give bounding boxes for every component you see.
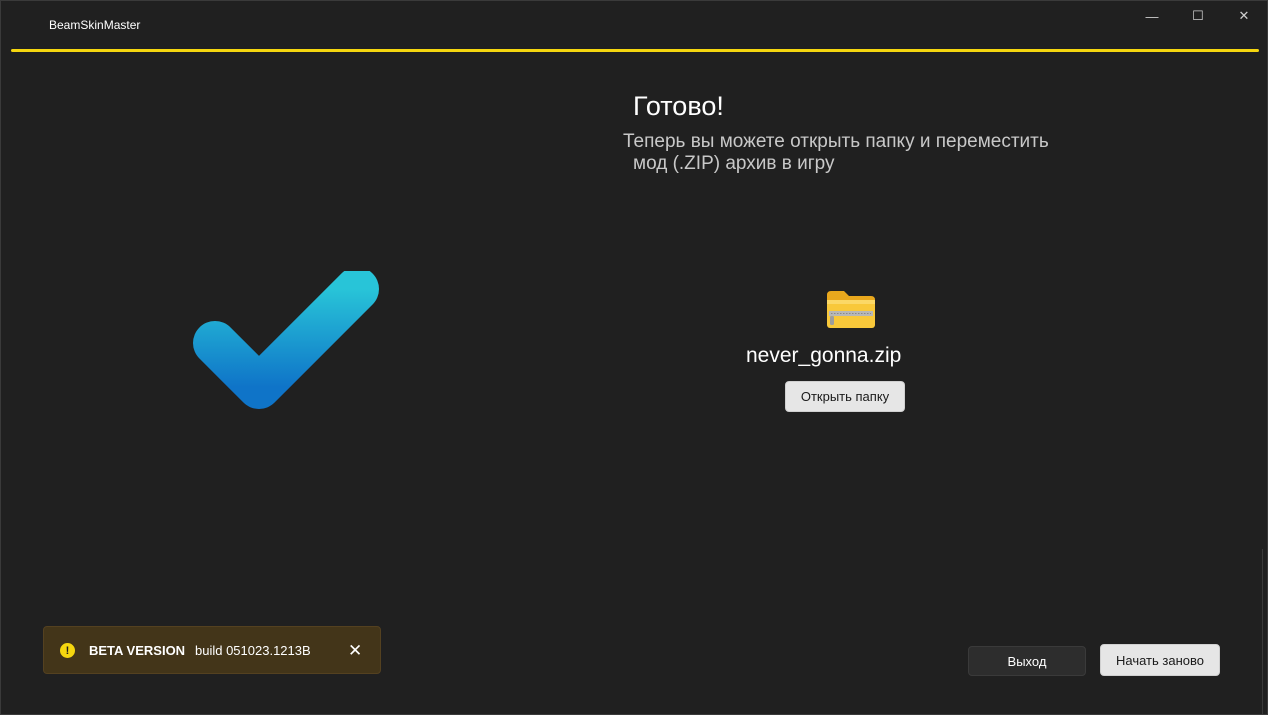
page-title: Готово! [633,91,724,121]
window-controls: — ☐ ✕ [1129,1,1267,31]
restart-button[interactable]: Начать заново [1100,644,1220,676]
minimize-button[interactable]: — [1129,1,1175,31]
accent-divider [11,49,1259,52]
close-icon[interactable]: ✕ [348,641,362,661]
success-checkmark-icon [181,267,396,446]
open-folder-button[interactable]: Открыть папку [785,381,905,412]
zip-folder-icon [825,289,877,331]
exit-button[interactable]: Выход [968,646,1086,676]
close-button[interactable]: ✕ [1221,1,1267,31]
beta-title: BETA VERSION [89,643,186,658]
app-window: BeamSkinMaster — ☐ ✕ Готово! Теперь вы м… [0,0,1268,715]
instruction-line-1: Теперь вы можете открыть папку и перемес… [623,131,1049,152]
maximize-button[interactable]: ☐ [1175,1,1221,31]
zip-filename: never_gonna.zip [746,344,902,367]
instruction-text: Теперь вы можете открыть папку и перемес… [623,131,1103,175]
title-bar[interactable]: BeamSkinMaster — ☐ ✕ [1,1,1267,47]
beta-notification-bar: ! BETA VERSION build 051023.1213B ✕ [43,626,381,674]
app-title: BeamSkinMaster [49,18,141,32]
instruction-line-2: мод (.ZIP) архив в игру [633,153,835,174]
warning-icon: ! [60,643,75,658]
build-number: build 051023.1213B [195,643,311,658]
window-edge [1262,549,1267,714]
